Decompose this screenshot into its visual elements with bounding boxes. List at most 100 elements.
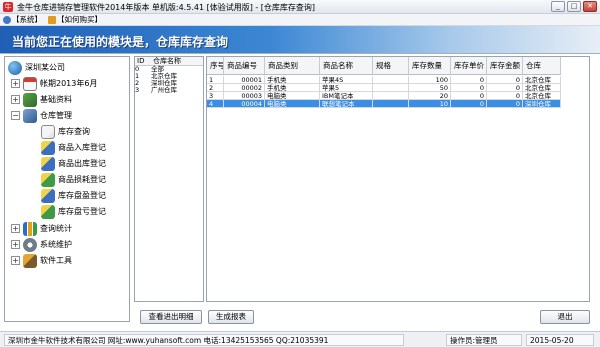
tools-icon [23, 253, 37, 268]
table-cell: 20 [409, 92, 451, 100]
table-cell: 0 [487, 100, 523, 108]
table-cell: 50 [409, 84, 451, 92]
list-cell: 3 [135, 86, 140, 94]
tree-root[interactable]: 深圳某公司 [8, 60, 65, 75]
calendar-icon [23, 76, 37, 91]
chart-icon [23, 221, 37, 236]
status-company: 深圳市金牛软件技术有限公司 网址:www.yuhansoft.com 电话:13… [4, 334, 404, 346]
pen-icon [41, 156, 55, 171]
table-cell: 0 [451, 100, 487, 108]
book-icon [23, 92, 37, 107]
column-header[interactable]: 库存金额 [487, 57, 523, 74]
expand-icon[interactable]: + [11, 224, 20, 233]
table-cell: IBM笔记本 [320, 92, 373, 100]
table-cell: 0 [451, 92, 487, 100]
tree-item-label: 商品出库登记 [58, 159, 106, 168]
view-detail-button[interactable]: 查看进出明细 [140, 310, 202, 324]
table-cell: 北京仓库 [523, 84, 561, 92]
cart-icon [48, 15, 56, 24]
table-cell: 00001 [224, 76, 265, 84]
tree-item-label: 帐期2013年6月 [40, 79, 98, 88]
table-row[interactable]: 4 00004 电脑类 联想笔记本 10 0 0 深圳仓库 [207, 100, 561, 108]
table-cell: 2 [207, 84, 224, 92]
tree-root-label: 深圳某公司 [25, 63, 65, 72]
table-cell: 电脑类 [265, 92, 320, 100]
tree-item-stock-query[interactable]: 库存查询 [41, 124, 90, 139]
tree-item-stock-out[interactable]: 商品出库登记 [41, 156, 106, 171]
status-date: 2015-05-20 [526, 334, 594, 346]
pen-icon [41, 172, 55, 187]
column-header[interactable]: 商品名称 [320, 57, 373, 74]
title-bar: 牛 金牛仓库进销存管理软件2014年版本 单机版:4.5.41 [体验试用版] … [0, 0, 600, 14]
globe-icon [8, 60, 22, 75]
column-header: ID [137, 57, 145, 65]
tree-item-stock-in[interactable]: 商品入库登记 [41, 140, 106, 155]
table-cell: 0 [487, 84, 523, 92]
table-cell: 联想笔记本 [320, 100, 373, 108]
gear-icon [23, 237, 37, 252]
warehouse-icon [23, 108, 37, 123]
menu-system[interactable]: 【系统】 [3, 14, 42, 25]
status-operator: 操作员:管理员 [446, 334, 522, 346]
pen-icon [41, 204, 55, 219]
inventory-grid: 序号 商品编号 商品类别 商品名称 规格 库存数量 库存单价 库存金额 仓库 1 00001 手机类… [206, 56, 590, 302]
tree-item-label: 库存查询 [58, 127, 90, 136]
table-row[interactable]: 2 00002 手机类 苹果5 50 0 0 北京仓库 [207, 84, 561, 92]
table-cell: 00003 [224, 92, 265, 100]
menu-system-label: 【系统】 [12, 14, 42, 24]
expand-icon[interactable]: + [11, 79, 20, 88]
tree-item-label: 系统维护 [40, 240, 72, 249]
expand-icon[interactable]: + [11, 240, 20, 249]
table-cell: 电脑类 [265, 100, 320, 108]
column-header[interactable]: 仓库 [523, 57, 561, 74]
table-cell: 手机类 [265, 84, 320, 92]
table-cell: 10 [409, 100, 451, 108]
generate-report-button[interactable]: 生成报表 [208, 310, 254, 324]
table-row[interactable]: 1 00001 手机类 苹果4S 100 0 0 北京仓库 [207, 76, 561, 84]
table-row[interactable]: 3 00003 电脑类 IBM笔记本 20 0 0 北京仓库 [207, 92, 561, 100]
app-logo-icon: 牛 [3, 2, 13, 12]
tree-item-label: 软件工具 [40, 256, 72, 265]
tree-item-statistics[interactable]: + 查询统计 [11, 221, 72, 236]
tree-item-loss[interactable]: 商品损耗登记 [41, 172, 106, 187]
table-cell: 0 [451, 84, 487, 92]
minimize-icon[interactable]: _ [551, 1, 565, 12]
tree-item-maintenance[interactable]: + 系统维护 [11, 237, 72, 252]
tree-item-basic-data[interactable]: + 基础资料 [11, 92, 72, 107]
tree-item-surplus[interactable]: 库存盘盈登记 [41, 188, 106, 203]
column-header[interactable]: 库存数量 [409, 57, 451, 74]
collapse-icon[interactable]: − [11, 111, 20, 120]
table-cell [373, 100, 409, 108]
tree-item-deficit[interactable]: 库存盘亏登记 [41, 204, 106, 219]
table-cell: 苹果4S [320, 76, 373, 84]
tree-item-period[interactable]: + 帐期2013年6月 [11, 76, 97, 91]
table-cell: 北京仓库 [523, 76, 561, 84]
close-icon[interactable]: ✕ [583, 1, 597, 12]
tree-item-tools[interactable]: + 软件工具 [11, 253, 72, 268]
column-header[interactable]: 库存单价 [451, 57, 487, 74]
exit-button[interactable]: 退出 [540, 310, 590, 324]
system-icon [3, 15, 11, 24]
menu-how-to-buy[interactable]: 【如何购买】 [48, 14, 102, 25]
list-item[interactable]: 3 广州仓库 [135, 87, 203, 94]
warehouse-list-header: ID 仓库名称 [135, 57, 203, 66]
column-header[interactable]: 序号 [207, 57, 224, 74]
grid-header: 序号 商品编号 商品类别 商品名称 规格 库存数量 库存单价 库存金额 仓库 [207, 57, 561, 75]
list-cell: 广州仓库 [151, 86, 177, 94]
tree-item-label: 库存盘盈登记 [58, 191, 106, 200]
column-header[interactable]: 商品类别 [265, 57, 320, 74]
tree-item-warehouse[interactable]: − 仓库管理 [11, 108, 72, 123]
expand-icon[interactable]: + [11, 256, 20, 265]
column-header[interactable]: 商品编号 [224, 57, 265, 74]
table-cell: 手机类 [265, 76, 320, 84]
column-header[interactable]: 规格 [373, 57, 409, 74]
restore-icon[interactable]: □ [567, 1, 581, 12]
table-cell: 100 [409, 76, 451, 84]
module-banner: 当前您正在使用的模块是，仓库库存查询 [0, 26, 600, 54]
table-cell [373, 92, 409, 100]
navigation-tree: 深圳某公司 + 帐期2013年6月 + 基础资料 − 仓库管理 库存查询 商品入… [4, 56, 130, 322]
status-bar: 深圳市金牛软件技术有限公司 网址:www.yuhansoft.com 电话:13… [0, 331, 600, 347]
tree-item-label: 商品入库登记 [58, 143, 106, 152]
table-cell: 1 [207, 76, 224, 84]
expand-icon[interactable]: + [11, 95, 20, 104]
